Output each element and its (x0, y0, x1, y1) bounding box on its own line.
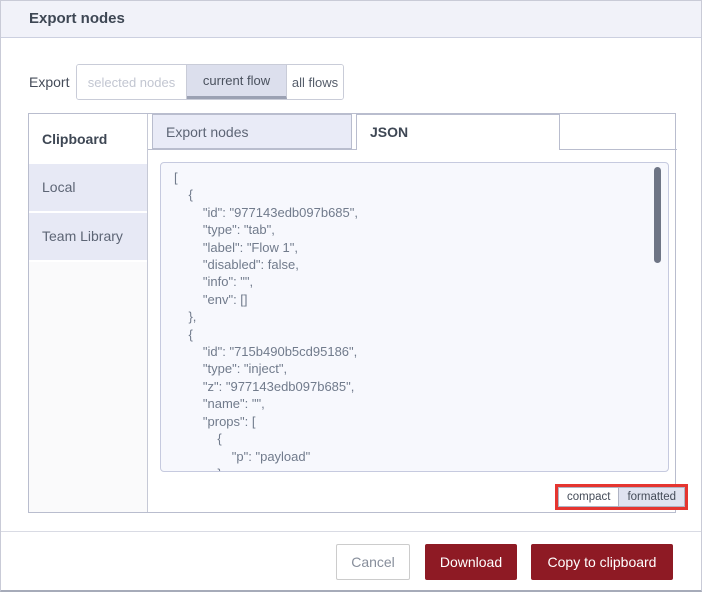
library-section-clipboard[interactable]: Clipboard (29, 114, 147, 164)
copy-to-clipboard-button[interactable]: Copy to clipboard (531, 544, 673, 580)
format-compact-button[interactable]: compact (558, 487, 619, 507)
json-export-textarea[interactable]: [ { "id": "977143edb097b685", "type": "t… (160, 162, 669, 472)
cancel-button[interactable]: Cancel (336, 544, 410, 580)
export-scope-group: selected nodes current flow all flows (76, 64, 344, 100)
tab-json[interactable]: JSON (356, 114, 560, 150)
export-scope-label: Export (29, 74, 70, 90)
json-content: [ { "id": "977143edb097b685", "type": "t… (174, 170, 358, 471)
format-formatted-button[interactable]: formatted (618, 487, 686, 507)
sidebar-item-team-library[interactable]: Team Library (29, 213, 147, 260)
format-toggle-highlight-box: compact formatted (555, 484, 689, 510)
dialog-title: Export nodes (29, 10, 125, 27)
sidebar-divider (147, 114, 148, 512)
tab-export-nodes[interactable]: Export nodes (152, 114, 352, 149)
dialog-footer: Cancel Download Copy to clipboard (1, 531, 701, 590)
json-scrollbar-thumb[interactable] (654, 167, 661, 263)
export-option-all-flows[interactable]: all flows (287, 65, 343, 99)
export-option-current-flow[interactable]: current flow (187, 65, 287, 99)
dialog-header: Export nodes (1, 1, 701, 38)
export-panel: Clipboard Export nodes JSON Local Team L… (28, 113, 689, 513)
export-option-selected-nodes[interactable]: selected nodes (77, 65, 187, 99)
export-nodes-dialog: Export nodes Export selected nodes curre… (0, 0, 702, 592)
sidebar-item-local[interactable]: Local (29, 164, 147, 211)
download-button[interactable]: Download (425, 544, 517, 580)
sidebar-background (29, 262, 147, 512)
